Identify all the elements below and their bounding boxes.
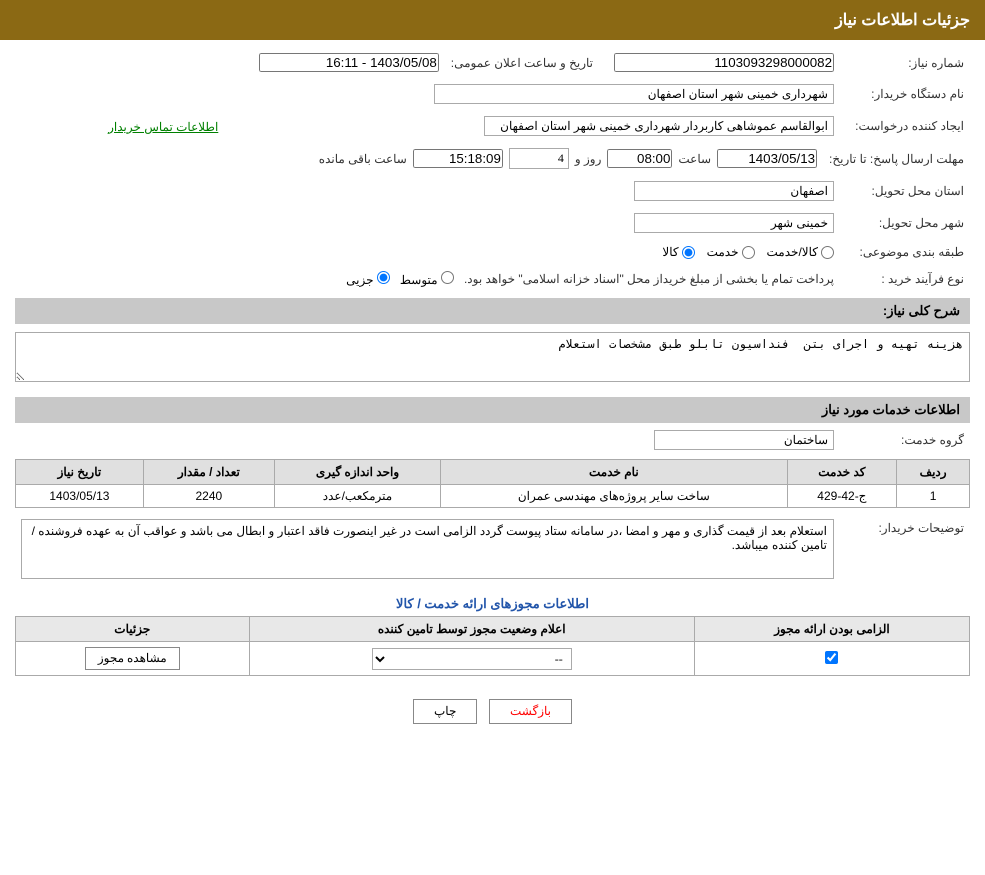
city-value: خمینی شهر — [634, 213, 834, 233]
back-button[interactable]: بازگشت — [489, 699, 572, 724]
province-value: اصفهان — [634, 181, 834, 201]
cell-date: 1403/05/13 — [16, 485, 144, 508]
col-date: تاریخ نیاز — [16, 460, 144, 485]
col-service-name: نام خدمت — [441, 460, 787, 485]
cell-details[interactable]: مشاهده مجوز — [16, 642, 250, 676]
city-label: شهر محل تحویل: — [840, 210, 970, 236]
buyer-notes-content: استعلام بعد از قیمت گذاری و مهر و امضا ،… — [21, 519, 834, 579]
view-license-button[interactable]: مشاهده مجوز — [85, 647, 180, 670]
buyer-org-label: نام دستگاه خریدار: — [840, 81, 970, 107]
need-desc-textarea[interactable]: هزینه تهیه و اجرای بتن فنداسیون تابلو طب… — [15, 332, 970, 382]
col-row-num: ردیف — [897, 460, 970, 485]
col-license-required: الزامی بودن ارائه مجوز — [694, 617, 969, 642]
service-group-value: ساختمان — [654, 430, 834, 450]
deadline-label: مهلت ارسال پاسخ: تا تاریخ: — [823, 145, 970, 172]
need-desc-section-title: شرح کلی نیاز: — [15, 298, 970, 324]
category-kala-khadamat-option[interactable]: کالا/خدمت — [767, 245, 834, 259]
col-quantity: تعداد / مقدار — [143, 460, 274, 485]
deadline-remain-input[interactable] — [413, 149, 503, 168]
announce-label: تاریخ و ساعت اعلان عمومی: — [445, 50, 608, 75]
process-label: نوع فرآیند خرید : — [840, 268, 970, 290]
creator-value: ابوالقاسم عموشاهی کاربردار شهرداری خمینی… — [484, 116, 834, 136]
category-kala-option[interactable]: کالا — [662, 245, 694, 259]
process-motovaset-option[interactable]: متوسط — [400, 271, 454, 287]
footer-buttons: بازگشت چاپ — [15, 684, 970, 739]
contact-link[interactable]: اطلاعات تماس خریدار — [108, 120, 218, 134]
deadline-date-input[interactable] — [717, 149, 817, 168]
cell-row: 1 — [897, 485, 970, 508]
process-jazii-option[interactable]: جزیی — [346, 271, 390, 287]
province-label: استان محل تحویل: — [840, 178, 970, 204]
print-button[interactable]: چاپ — [413, 699, 477, 724]
deadline-days-input[interactable] — [509, 148, 569, 169]
creator-label: ایجاد کننده درخواست: — [840, 113, 970, 139]
cell-name: ساخت سایر پروژه‌های مهندسی عمران — [441, 485, 787, 508]
deadline-time-input[interactable] — [607, 149, 672, 168]
service-group-label: گروه خدمت: — [840, 427, 970, 453]
announce-input[interactable] — [259, 53, 439, 72]
deadline-days-label: روز و — [575, 152, 602, 166]
col-unit: واحد اندازه گیری — [274, 460, 440, 485]
request-number-input[interactable] — [614, 53, 834, 72]
buyer-notes-label: توضیحات خریدار: — [840, 516, 970, 582]
deadline-remain-label: ساعت باقی مانده — [319, 152, 407, 166]
table-row: 1 ج-42-429 ساخت سایر پروژه‌های مهندسی عم… — [16, 485, 970, 508]
buyer-org-value: شهرداری خمینی شهر استان اصفهان — [434, 84, 834, 104]
cell-required — [694, 642, 969, 676]
category-label: طبقه بندی موضوعی: — [840, 242, 970, 262]
col-license-status: اعلام وضعیت مجوز توسط تامین کننده — [249, 617, 694, 642]
request-number-label: شماره نیاز: — [840, 50, 970, 75]
cell-code: ج-42-429 — [787, 485, 897, 508]
cell-status[interactable]: -- — [249, 642, 694, 676]
page-header: جزئیات اطلاعات نیاز — [0, 0, 985, 40]
services-section-title: اطلاعات خدمات مورد نیاز — [15, 397, 970, 423]
deadline-time-label: ساعت — [678, 152, 711, 166]
page-title: جزئیات اطلاعات نیاز — [835, 12, 970, 29]
process-desc: پرداخت تمام یا بخشی از مبلغ خریداز محل "… — [464, 272, 834, 286]
cell-unit: مترمکعب/عدد — [274, 485, 440, 508]
col-license-details: جزئیات — [16, 617, 250, 642]
license-section-title: اطلاعات مجوزهای ارائه خدمت / کالا — [15, 588, 970, 616]
col-service-code: کد خدمت — [787, 460, 897, 485]
category-khadamat-option[interactable]: خدمت — [707, 245, 755, 259]
license-row: -- مشاهده مجوز — [16, 642, 970, 676]
cell-quantity: 2240 — [143, 485, 274, 508]
